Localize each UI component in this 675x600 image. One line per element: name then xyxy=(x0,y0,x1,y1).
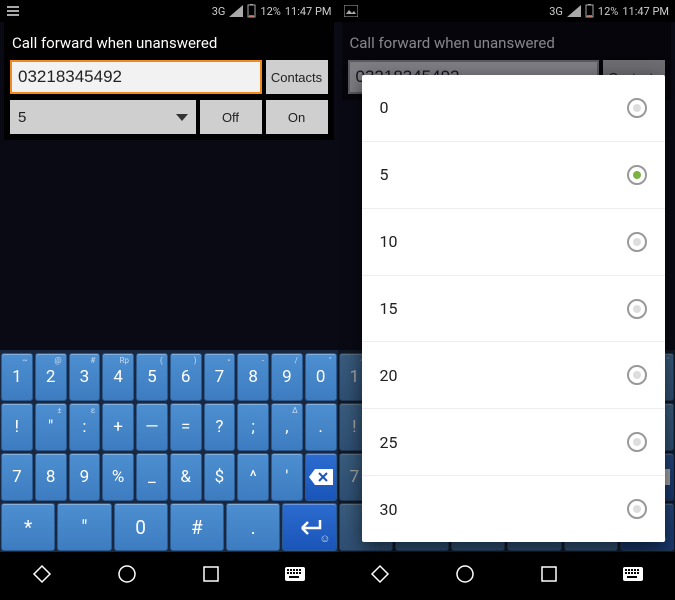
dropdown-popup: 0 5 10 15 20 25 30 xyxy=(362,75,666,542)
option-label: 25 xyxy=(380,433,398,452)
back-icon[interactable] xyxy=(31,563,53,589)
key-&[interactable]: & xyxy=(170,453,202,501)
dropdown-option[interactable]: 30 xyxy=(362,476,666,542)
phone-number-input[interactable] xyxy=(10,60,262,94)
dropdown-option[interactable]: 15 xyxy=(362,276,666,343)
dropdown-option[interactable]: 20 xyxy=(362,342,666,409)
chevron-down-icon xyxy=(176,114,188,121)
radio-icon xyxy=(627,98,647,118)
recent-icon[interactable] xyxy=(539,564,559,588)
option-label: 30 xyxy=(380,500,398,519)
battery-pct: 12% xyxy=(260,5,280,18)
key-^[interactable]: ^ xyxy=(237,453,269,501)
key-_[interactable]: _ xyxy=(136,453,168,501)
option-label: 15 xyxy=(380,299,398,318)
keyboard-toggle-icon[interactable] xyxy=(284,566,306,586)
key-.[interactable]: . xyxy=(305,403,337,451)
key-$[interactable]: $ xyxy=(204,453,236,501)
signal-icon xyxy=(229,5,243,17)
key-%[interactable]: % xyxy=(102,453,134,501)
dropdown-option[interactable]: 0 xyxy=(362,75,666,142)
nav-bar xyxy=(338,552,675,600)
call-forward-dialog: Call forward when unanswered Contacts 5 … xyxy=(4,22,334,140)
radio-icon xyxy=(627,365,647,385)
clock: 11:47 PM xyxy=(622,5,669,18)
on-button[interactable]: On xyxy=(266,100,328,134)
battery-pct: 12% xyxy=(598,5,618,18)
key-5[interactable]: 5( xyxy=(136,353,168,401)
key-4[interactable]: 4Rp xyxy=(102,353,134,401)
dialog-title: Call forward when unanswered xyxy=(10,28,328,60)
network-indicator: 3G xyxy=(549,5,563,18)
key-"[interactable]: " xyxy=(57,503,111,551)
key-#[interactable]: # xyxy=(170,503,224,551)
option-label: 5 xyxy=(380,165,389,184)
clock: 11:47 PM xyxy=(285,5,332,18)
key-*[interactable]: * xyxy=(1,503,55,551)
key-+[interactable]: + xyxy=(102,403,134,451)
dropdown-option[interactable]: 5 xyxy=(362,142,666,209)
off-button[interactable]: Off xyxy=(200,100,262,134)
dialog-title: Call forward when unanswered xyxy=(348,28,666,60)
key-;[interactable]: ; xyxy=(237,403,269,451)
radio-icon xyxy=(627,232,647,252)
home-icon[interactable] xyxy=(116,563,138,589)
key-9[interactable]: 9/ xyxy=(271,353,303,401)
key-8[interactable]: 8 xyxy=(35,453,67,501)
battery-icon xyxy=(585,4,594,18)
key-,[interactable]: ,Δ xyxy=(271,403,303,451)
signal-icon xyxy=(567,5,581,17)
key-'[interactable]: ' xyxy=(271,453,303,501)
menu-icon xyxy=(6,4,20,18)
enter-key[interactable]: ☺ xyxy=(282,503,336,551)
key-0[interactable]: 0 xyxy=(114,503,168,551)
delay-dropdown[interactable]: 5 xyxy=(10,100,196,134)
key-9[interactable]: 9 xyxy=(69,453,101,501)
key-0[interactable]: 0" xyxy=(305,353,337,401)
key-1[interactable]: 1~ xyxy=(1,353,33,401)
key-.[interactable]: . xyxy=(226,503,280,551)
key-7[interactable]: 7 xyxy=(1,453,33,501)
radio-icon xyxy=(627,165,647,185)
key-![interactable]: ! xyxy=(1,403,33,451)
dropdown-option[interactable]: 25 xyxy=(362,409,666,476)
dropdown-value: 5 xyxy=(18,109,26,126)
contacts-button[interactable]: Contacts xyxy=(266,60,328,94)
key-3[interactable]: 3# xyxy=(69,353,101,401)
option-label: 10 xyxy=(380,232,398,251)
key-:[interactable]: :ε xyxy=(69,403,101,451)
backspace-key[interactable] xyxy=(305,453,337,501)
radio-icon xyxy=(627,499,647,519)
key-?[interactable]: ? xyxy=(204,403,236,451)
status-bar: 3G 12% 11:47 PM xyxy=(338,0,675,22)
status-bar: 3G 12% 11:47 PM xyxy=(0,0,338,22)
radio-icon xyxy=(627,299,647,319)
battery-icon xyxy=(247,4,256,18)
key-"[interactable]: "± xyxy=(35,403,67,451)
soft-keyboard: 1~2@3#4Rp5(6)7•8-9/0" !"±:ε+—=?;,Δ. 789%… xyxy=(0,350,338,552)
key-2[interactable]: 2@ xyxy=(35,353,67,401)
back-icon[interactable] xyxy=(369,563,391,589)
key-—[interactable]: — xyxy=(136,403,168,451)
radio-icon xyxy=(627,432,647,452)
key-8[interactable]: 8- xyxy=(237,353,269,401)
option-label: 20 xyxy=(380,366,398,385)
network-indicator: 3G xyxy=(212,5,226,18)
keyboard-toggle-icon[interactable] xyxy=(622,566,644,586)
nav-bar xyxy=(0,552,338,600)
key-=[interactable]: = xyxy=(170,403,202,451)
key-7[interactable]: 7• xyxy=(204,353,236,401)
option-label: 0 xyxy=(380,98,389,117)
home-icon[interactable] xyxy=(454,563,476,589)
recent-icon[interactable] xyxy=(201,564,221,588)
image-icon xyxy=(344,5,358,17)
key-6[interactable]: 6) xyxy=(170,353,202,401)
dropdown-option[interactable]: 10 xyxy=(362,209,666,276)
